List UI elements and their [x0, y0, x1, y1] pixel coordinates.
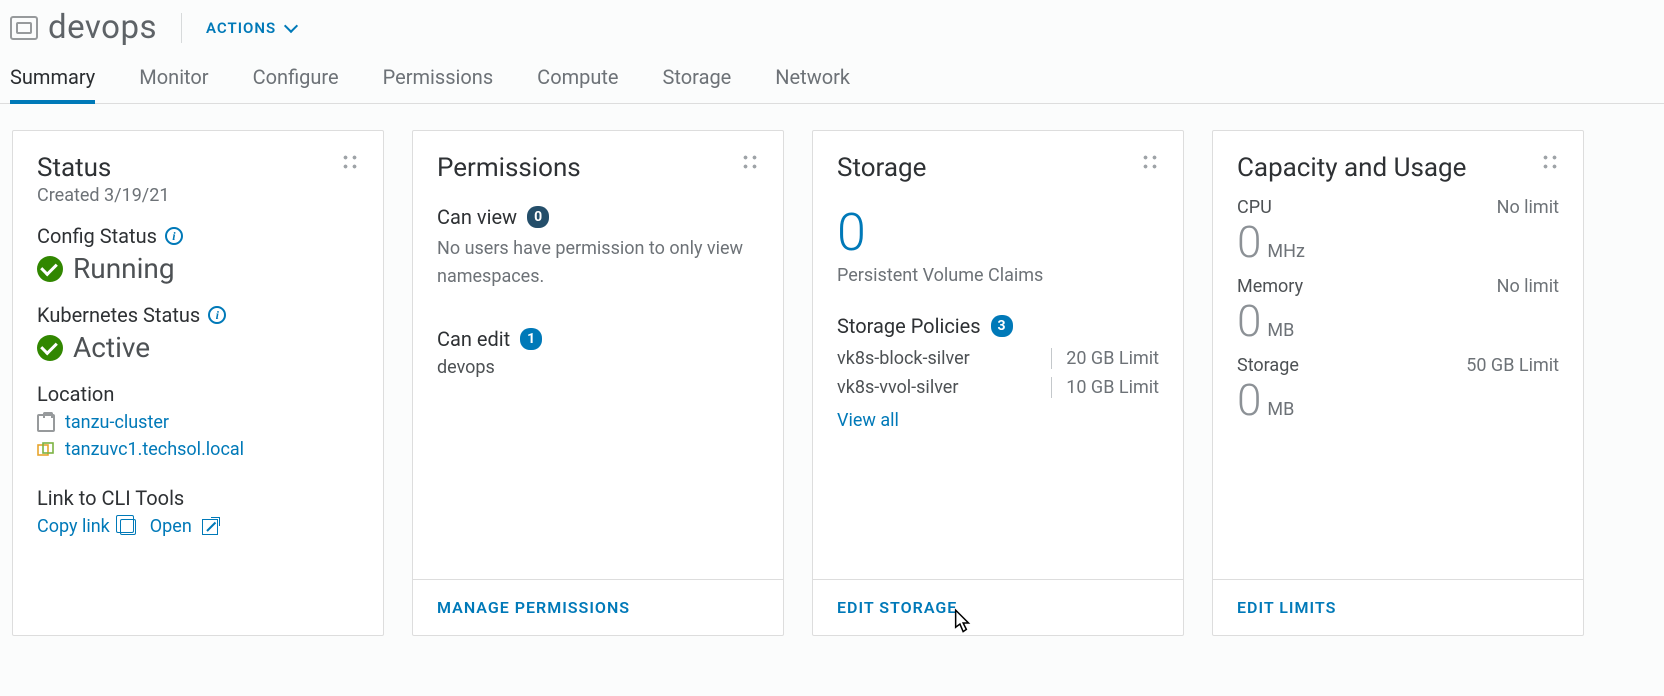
cap-mem-value: 0: [1237, 299, 1261, 343]
drag-handle-icon[interactable]: [741, 153, 759, 171]
storage-policies-count-badge: 3: [991, 315, 1013, 337]
info-icon[interactable]: i: [165, 227, 183, 245]
vcenter-link[interactable]: tanzuvc1.techsol.local: [65, 439, 244, 460]
permissions-card: Permissions Can view 0 No users have per…: [412, 130, 784, 636]
cap-cpu-unit: MHz: [1267, 241, 1305, 262]
k8s-status-value: Active: [73, 331, 150, 364]
can-view-count-badge: 0: [527, 206, 549, 228]
tab-permissions[interactable]: Permissions: [383, 65, 494, 103]
cap-cpu-label: CPU: [1237, 197, 1272, 218]
storage-policy-row: vk8s-vvol-silver 10 GB Limit: [837, 373, 1159, 402]
drag-handle-icon[interactable]: [1141, 153, 1159, 171]
external-link-icon[interactable]: [202, 519, 218, 535]
k8s-status-label: Kubernetes Status: [37, 303, 200, 327]
edit-limits-button[interactable]: EDIT LIMITS: [1213, 579, 1583, 635]
config-status-value: Running: [73, 252, 175, 285]
actions-menu-button[interactable]: ACTIONS: [206, 19, 298, 37]
tab-network[interactable]: Network: [775, 65, 850, 103]
cap-cpu-value: 0: [1237, 220, 1261, 264]
cap-storage-limit: 50 GB Limit: [1466, 355, 1559, 376]
copy-icon[interactable]: [120, 519, 136, 535]
cap-cpu-limit: No limit: [1497, 197, 1559, 218]
drag-handle-icon[interactable]: [341, 153, 359, 171]
cap-mem-unit: MB: [1267, 320, 1294, 341]
info-icon[interactable]: i: [208, 306, 226, 324]
cluster-icon: [37, 414, 55, 432]
policy-limit: 10 GB Limit: [1051, 377, 1159, 398]
status-card: Status Created 3/19/21 Config Status i R…: [12, 130, 384, 636]
storage-policies-label: Storage Policies: [837, 314, 981, 338]
tab-monitor[interactable]: Monitor: [139, 65, 208, 103]
location-label: Location: [37, 382, 114, 406]
policy-name: vk8s-vvol-silver: [837, 377, 958, 398]
storage-card-title: Storage: [837, 153, 926, 183]
capacity-card: Capacity and Usage CPU No limit 0 MHz Me…: [1212, 130, 1584, 636]
vcenter-icon: [37, 441, 55, 459]
check-circle-icon: [37, 256, 63, 282]
cap-storage-unit: MB: [1267, 399, 1294, 420]
can-view-desc: No users have permission to only view na…: [437, 235, 747, 291]
status-card-title: Status: [37, 153, 111, 183]
can-edit-count-badge: 1: [520, 328, 542, 350]
open-link[interactable]: Open: [150, 516, 192, 537]
cap-storage-value: 0: [1237, 378, 1261, 422]
tab-storage[interactable]: Storage: [663, 65, 732, 103]
pvc-label: Persistent Volume Claims: [837, 265, 1159, 286]
chevron-down-icon: [284, 21, 298, 35]
cli-tools-label: Link to CLI Tools: [37, 486, 184, 510]
storage-card: Storage 0 Persistent Volume Claims Stora…: [812, 130, 1184, 636]
tab-configure[interactable]: Configure: [253, 65, 339, 103]
can-edit-label: Can edit: [437, 327, 510, 351]
cap-storage-label: Storage: [1237, 355, 1299, 376]
can-edit-entry: devops: [437, 357, 759, 378]
copy-link[interactable]: Copy link: [37, 516, 110, 537]
config-status-label: Config Status: [37, 224, 157, 248]
namespace-icon: [10, 16, 38, 40]
page-title: devops: [48, 8, 157, 47]
cap-mem-limit: No limit: [1497, 276, 1559, 297]
edit-storage-button[interactable]: EDIT STORAGE: [813, 579, 1183, 635]
tab-summary[interactable]: Summary: [10, 65, 95, 103]
capacity-card-title: Capacity and Usage: [1237, 153, 1466, 183]
created-date: Created 3/19/21: [37, 185, 359, 206]
permissions-card-title: Permissions: [437, 153, 581, 183]
manage-permissions-button[interactable]: MANAGE PERMISSIONS: [413, 579, 783, 635]
storage-policy-row: vk8s-block-silver 20 GB Limit: [837, 344, 1159, 373]
actions-label: ACTIONS: [206, 19, 276, 37]
divider: [181, 13, 182, 43]
drag-handle-icon[interactable]: [1541, 153, 1559, 171]
cap-mem-label: Memory: [1237, 276, 1303, 297]
cluster-link[interactable]: tanzu-cluster: [65, 412, 169, 433]
storage-policy-list: vk8s-block-silver 20 GB Limit vk8s-vvol-…: [837, 344, 1159, 402]
can-view-label: Can view: [437, 205, 517, 229]
check-circle-icon: [37, 335, 63, 361]
policy-name: vk8s-block-silver: [837, 348, 970, 369]
view-all-link[interactable]: View all: [837, 410, 1159, 431]
tab-compute[interactable]: Compute: [537, 65, 618, 103]
tab-bar: Summary Monitor Configure Permissions Co…: [0, 47, 1664, 104]
policy-limit: 20 GB Limit: [1051, 348, 1159, 369]
pvc-count: 0: [837, 193, 1159, 259]
